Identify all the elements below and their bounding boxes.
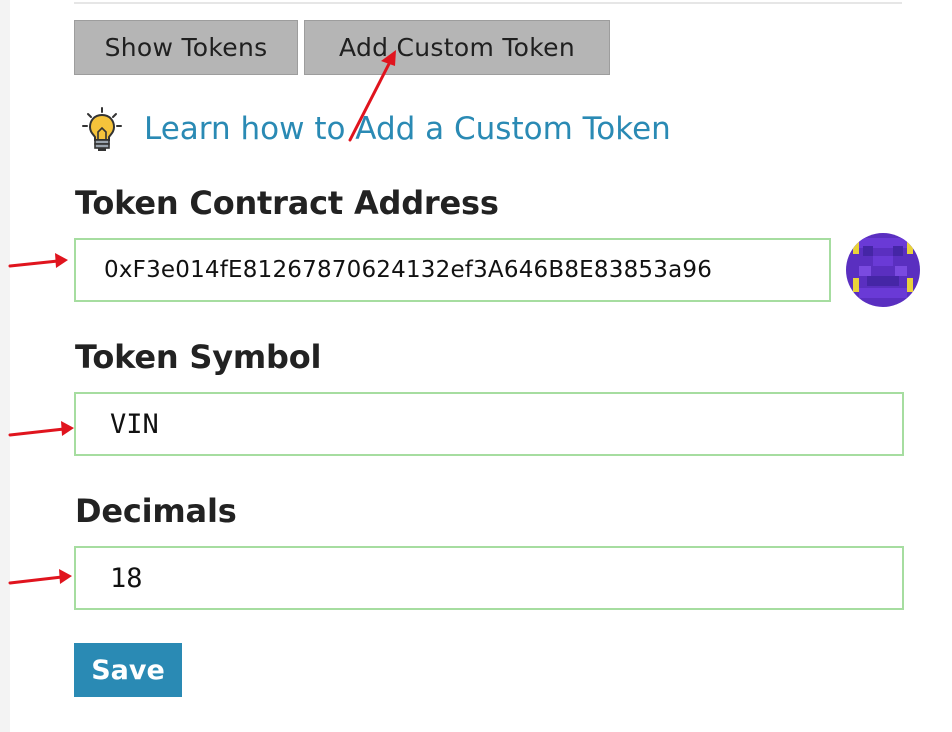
token-contract-address-label: Token Contract Address (75, 184, 499, 222)
top-divider (74, 2, 902, 4)
annotation-arrow-address (8, 253, 68, 268)
decimals-input[interactable]: 18 (74, 546, 904, 610)
learn-add-custom-token-link[interactable]: Learn how to Add a Custom Token (144, 111, 671, 147)
decimals-label: Decimals (75, 492, 237, 530)
token-symbol-input[interactable]: VIN (74, 392, 904, 456)
token-contract-address-input[interactable]: 0xF3e014fE81267870624132ef3A646B8E83853a… (74, 238, 831, 302)
annotation-arrow-decimals (8, 569, 72, 585)
save-button[interactable]: Save (74, 643, 182, 697)
annotation-arrow-symbol (8, 421, 74, 437)
help-link-row: Learn how to Add a Custom Token (82, 104, 671, 154)
lightbulb-icon (82, 107, 122, 151)
left-margin-strip (0, 0, 10, 732)
token-symbol-label: Token Symbol (75, 338, 322, 376)
add-custom-token-page: Show Tokens Add Custom Token Learn how t… (0, 0, 952, 732)
token-identicon-avatar (846, 233, 920, 307)
show-tokens-tab[interactable]: Show Tokens (74, 20, 298, 75)
add-custom-token-tab[interactable]: Add Custom Token (304, 20, 610, 75)
